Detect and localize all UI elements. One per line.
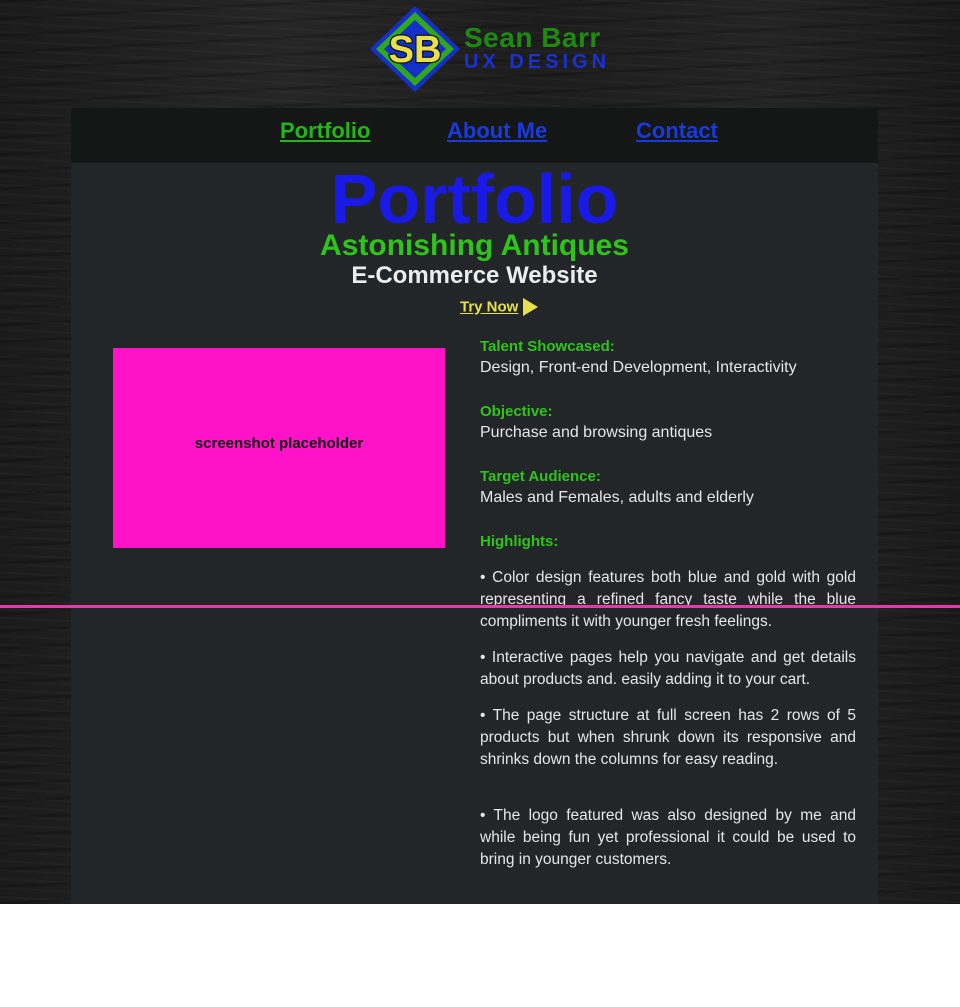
talent-label: Talent Showcased: bbox=[480, 338, 615, 355]
guide-line bbox=[0, 605, 960, 608]
content-panel: Portfolio Astonishing Antiques E-Commerc… bbox=[71, 163, 878, 904]
logo-monogram: SB bbox=[389, 29, 442, 71]
project-type: E-Commerce Website bbox=[351, 262, 598, 289]
logo-name: Sean Barr bbox=[464, 22, 601, 53]
nav-link-portfolio[interactable]: Portfolio bbox=[280, 118, 370, 144]
highlight-item: • The page structure at full screen has … bbox=[480, 707, 856, 768]
audience-label: Target Audience: bbox=[480, 468, 601, 485]
screenshot-placeholder-label: screenshot placeholder bbox=[194, 434, 364, 452]
audience-block: Target Audience: Males and Females, adul… bbox=[480, 467, 856, 509]
objective-label: Objective: bbox=[480, 403, 553, 420]
play-arrow-icon[interactable] bbox=[523, 298, 539, 316]
highlight-item: • Color design features both blue and go… bbox=[480, 569, 856, 630]
logo[interactable]: SB Sean Barr UX DESIGN bbox=[368, 4, 638, 94]
project-details: Talent Showcased: Design, Front-end Deve… bbox=[480, 337, 856, 885]
highlights-label: Highlights: bbox=[480, 533, 559, 550]
project-name: Astonishing Antiques bbox=[320, 229, 629, 262]
page-bottom-blank bbox=[0, 904, 960, 1007]
objective-block: Objective: Purchase and browsing antique… bbox=[480, 402, 856, 444]
page-title: Portfolio bbox=[330, 160, 619, 238]
talent-value: Design, Front-end Development, Interacti… bbox=[480, 359, 797, 376]
highlight-item: • The logo featured was also designed by… bbox=[480, 807, 856, 868]
highlight-item: • Interactive pages help you navigate an… bbox=[480, 649, 856, 688]
talent-block: Talent Showcased: Design, Front-end Deve… bbox=[480, 337, 856, 379]
nav-link-contact[interactable]: Contact bbox=[636, 118, 718, 144]
logo-mark-icon: SB bbox=[370, 6, 460, 92]
audience-value: Males and Females, adults and elderly bbox=[480, 489, 754, 506]
logo-subtitle: UX DESIGN bbox=[464, 51, 611, 73]
try-now-label[interactable]: Try Now bbox=[460, 299, 518, 316]
nav-bar: Portfolio About Me Contact bbox=[71, 108, 878, 163]
page: SB Sean Barr UX DESIGN Portfolio About M… bbox=[0, 0, 960, 1007]
try-now-link[interactable]: Try Now bbox=[460, 298, 539, 322]
nav-link-about-me[interactable]: About Me bbox=[447, 118, 547, 144]
objective-value: Purchase and browsing antiques bbox=[480, 424, 713, 441]
screenshot-placeholder: screenshot placeholder bbox=[113, 348, 445, 548]
